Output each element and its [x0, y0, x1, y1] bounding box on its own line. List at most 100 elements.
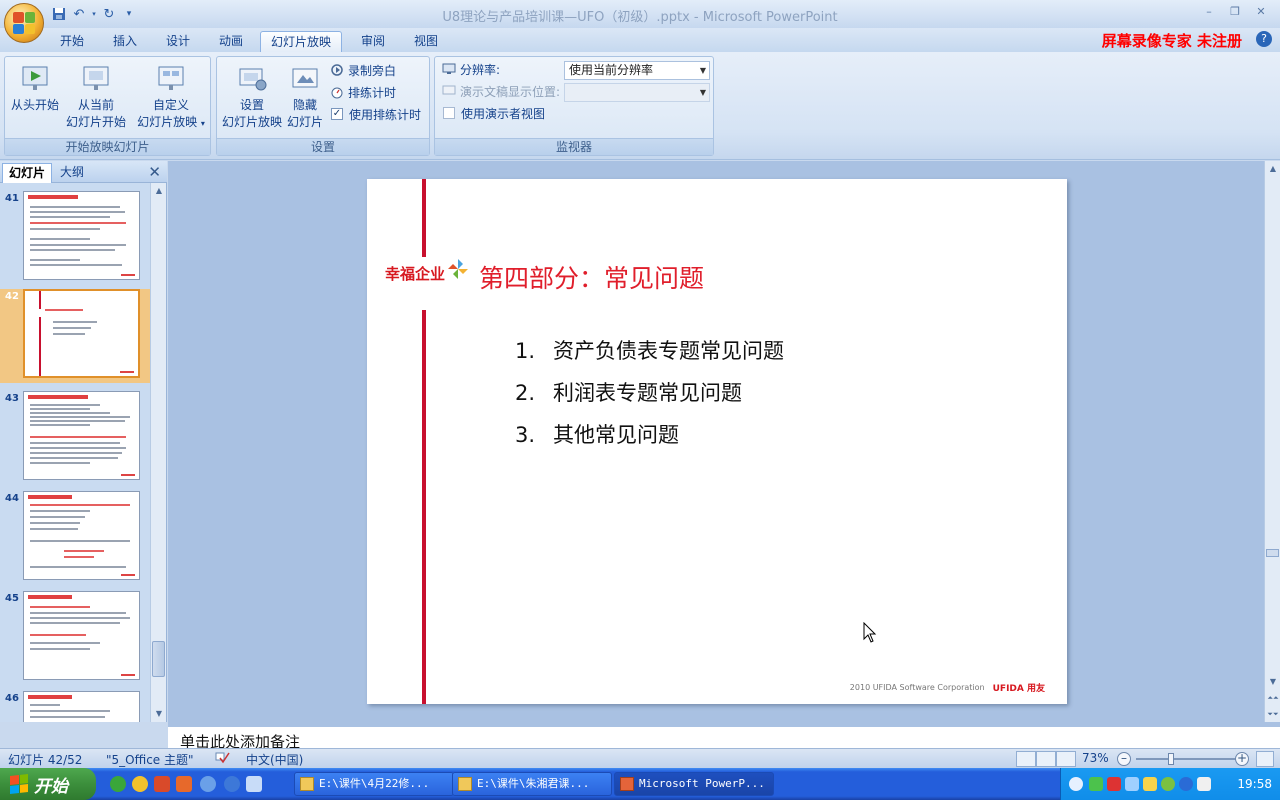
slide-title: 第四部分：常见问题: [479, 264, 705, 293]
from-beginning-label: 从头开始: [10, 98, 59, 112]
clock[interactable]: 19:58: [1237, 777, 1272, 791]
status-bar: 幻灯片 42/52 "5_Office 主题" 中文(中国) 73% – +: [0, 748, 1280, 768]
zoom-level[interactable]: 73%: [1082, 751, 1109, 765]
scroll-up-icon[interactable]: ▲: [1265, 161, 1280, 177]
tab-slide-show[interactable]: 幻灯片放映: [260, 31, 342, 52]
thumbnail-image: [23, 191, 140, 280]
previous-slide-icon[interactable]: ⏶⏶: [1265, 690, 1280, 706]
checkbox-unchecked-icon: [443, 107, 455, 119]
list-text: 利润表专题常见问题: [553, 381, 742, 405]
volume-icon[interactable]: [1197, 777, 1211, 791]
tray-app-icon[interactable]: [1125, 777, 1139, 791]
scroll-thumb[interactable]: [152, 641, 165, 677]
list-number: 1.: [515, 339, 536, 363]
quicklaunch-icon[interactable]: [110, 776, 126, 792]
slide-thumbnail[interactable]: 41: [0, 191, 150, 285]
slide-show-view-icon[interactable]: [1056, 751, 1076, 767]
scroll-down-icon[interactable]: ▼: [151, 706, 167, 722]
close-icon[interactable]: ✕: [148, 163, 161, 181]
taskbar-window-folder[interactable]: E:\课件\4月22修...: [294, 772, 454, 796]
notes-pane[interactable]: 单击此处添加备注: [168, 722, 1280, 748]
spellcheck-icon[interactable]: [214, 751, 230, 768]
quicklaunch-icon[interactable]: [176, 776, 192, 792]
slide-scrollbar[interactable]: ▲ ▼ ⏶⏶ ⏷⏷: [1264, 161, 1280, 722]
powerpoint-icon: [620, 777, 634, 791]
stopwatch-icon: [329, 84, 345, 100]
zoom-slider-thumb[interactable]: [1168, 753, 1174, 765]
pinwheel-icon: [448, 258, 469, 279]
custom-slide-show-button[interactable]: 自定义 幻灯片放映 ▾: [133, 61, 209, 132]
tab-outline[interactable]: 大纲: [54, 163, 90, 183]
custom-show-icon: [154, 61, 188, 95]
tray-app-icon[interactable]: [1179, 777, 1193, 791]
current-slide[interactable]: 幸福企业 第四部分：常见问题 1. 资产负债表专题常见问题 2. 利润表专题常见问题…: [367, 179, 1067, 704]
office-button[interactable]: [4, 3, 44, 43]
task-label: Microsoft PowerP...: [639, 777, 765, 790]
tab-animations[interactable]: 动画: [209, 31, 253, 52]
from-current-button[interactable]: 从当前 幻灯片开始: [63, 61, 129, 131]
slide-red-bar: [422, 310, 426, 704]
minimize-icon[interactable]: –: [1196, 4, 1222, 20]
use-rehearsed-timings-label: 使用排练计时: [349, 107, 422, 122]
taskbar-window-powerpoint[interactable]: Microsoft PowerP...: [614, 772, 774, 796]
record-narration-button[interactable]: 录制旁白: [329, 60, 396, 80]
fit-to-window-icon[interactable]: [1256, 751, 1274, 767]
slides-scrollbar[interactable]: ▲ ▼: [150, 183, 166, 722]
slide-thumbnail-selected[interactable]: 42: [0, 289, 150, 383]
restore-icon[interactable]: ❐: [1222, 4, 1248, 20]
slide-thumbnail[interactable]: 43: [0, 391, 150, 485]
next-slide-icon[interactable]: ⏷⏷: [1265, 706, 1280, 722]
tab-view[interactable]: 视图: [404, 31, 448, 52]
tray-app-icon[interactable]: [1089, 777, 1103, 791]
play-from-current-icon: [79, 61, 113, 95]
zoom-in-icon[interactable]: +: [1235, 752, 1249, 766]
scroll-up-icon[interactable]: ▲: [151, 183, 167, 199]
quicklaunch-icon[interactable]: [154, 776, 170, 792]
rehearse-timings-button[interactable]: 排练计时: [329, 82, 396, 102]
use-rehearsed-timings-checkbox[interactable]: ✓ 使用排练计时: [331, 104, 421, 124]
group-label-start: 开始放映幻灯片: [5, 138, 210, 155]
close-icon[interactable]: ✕: [1248, 4, 1274, 20]
tab-slides[interactable]: 幻灯片: [2, 163, 53, 183]
tray-app-icon[interactable]: [1143, 777, 1157, 791]
tab-review[interactable]: 审阅: [351, 31, 395, 52]
slide-thumbnail[interactable]: 44: [0, 491, 150, 585]
zoom-slider[interactable]: [1136, 758, 1236, 760]
thumbnail-image: [23, 591, 140, 680]
slide-sorter-icon[interactable]: [1036, 751, 1056, 767]
tab-home[interactable]: 开始: [50, 31, 94, 52]
resolution-select[interactable]: 使用当前分辨率 ▼: [564, 61, 710, 80]
start-button[interactable]: 开始: [0, 768, 96, 800]
tray-app-icon[interactable]: [1107, 777, 1121, 791]
hide-slide-button[interactable]: 隐藏 幻灯片: [285, 61, 325, 131]
taskbar-window-folder[interactable]: E:\课件\朱湘君课...: [452, 772, 612, 796]
from-beginning-button[interactable]: 从头开始: [7, 61, 63, 114]
group-label-setup: 设置: [217, 138, 429, 155]
normal-view-icon[interactable]: [1016, 751, 1036, 767]
start-label: 开始: [34, 776, 68, 797]
scroll-thumb[interactable]: [1266, 549, 1279, 557]
tab-insert[interactable]: 插入: [103, 31, 147, 52]
tray-expand-icon[interactable]: [1069, 777, 1083, 791]
slide-number: 42: [5, 291, 19, 302]
language[interactable]: 中文(中国): [246, 751, 303, 768]
scroll-down-icon[interactable]: ▼: [1265, 674, 1280, 690]
presenter-view-checkbox[interactable]: 使用演示者视图: [443, 103, 545, 123]
slide-logo: 幸福企业: [385, 258, 470, 284]
custom-show-label-2: 幻灯片放映: [137, 115, 198, 129]
help-icon[interactable]: ?: [1256, 31, 1272, 47]
slide-thumbnail[interactable]: 45: [0, 591, 150, 685]
setup-slide-show-button[interactable]: 设置 幻灯片放映: [219, 61, 285, 131]
quicklaunch-icon[interactable]: [224, 776, 240, 792]
quicklaunch-icon[interactable]: [200, 776, 216, 792]
zoom-out-icon[interactable]: –: [1117, 752, 1131, 766]
slide-thumbnail[interactable]: 46: [0, 691, 150, 722]
quicklaunch-icon[interactable]: [246, 776, 262, 792]
chevron-down-icon: ▾: [200, 119, 205, 128]
tray-app-icon[interactable]: [1161, 777, 1175, 791]
tab-design[interactable]: 设计: [156, 31, 200, 52]
quicklaunch-icon[interactable]: [132, 776, 148, 792]
slides-pane: 幻灯片 大纲 ✕ 41 42 43 44 45 46 ▲ ▼: [0, 161, 167, 722]
show-on-select[interactable]: ▼: [564, 83, 710, 102]
title-bar: ↶ ▾ ↻ ▾ U8理论与产品培训课—UFO（初级）.pptx - Micros…: [0, 0, 1280, 28]
